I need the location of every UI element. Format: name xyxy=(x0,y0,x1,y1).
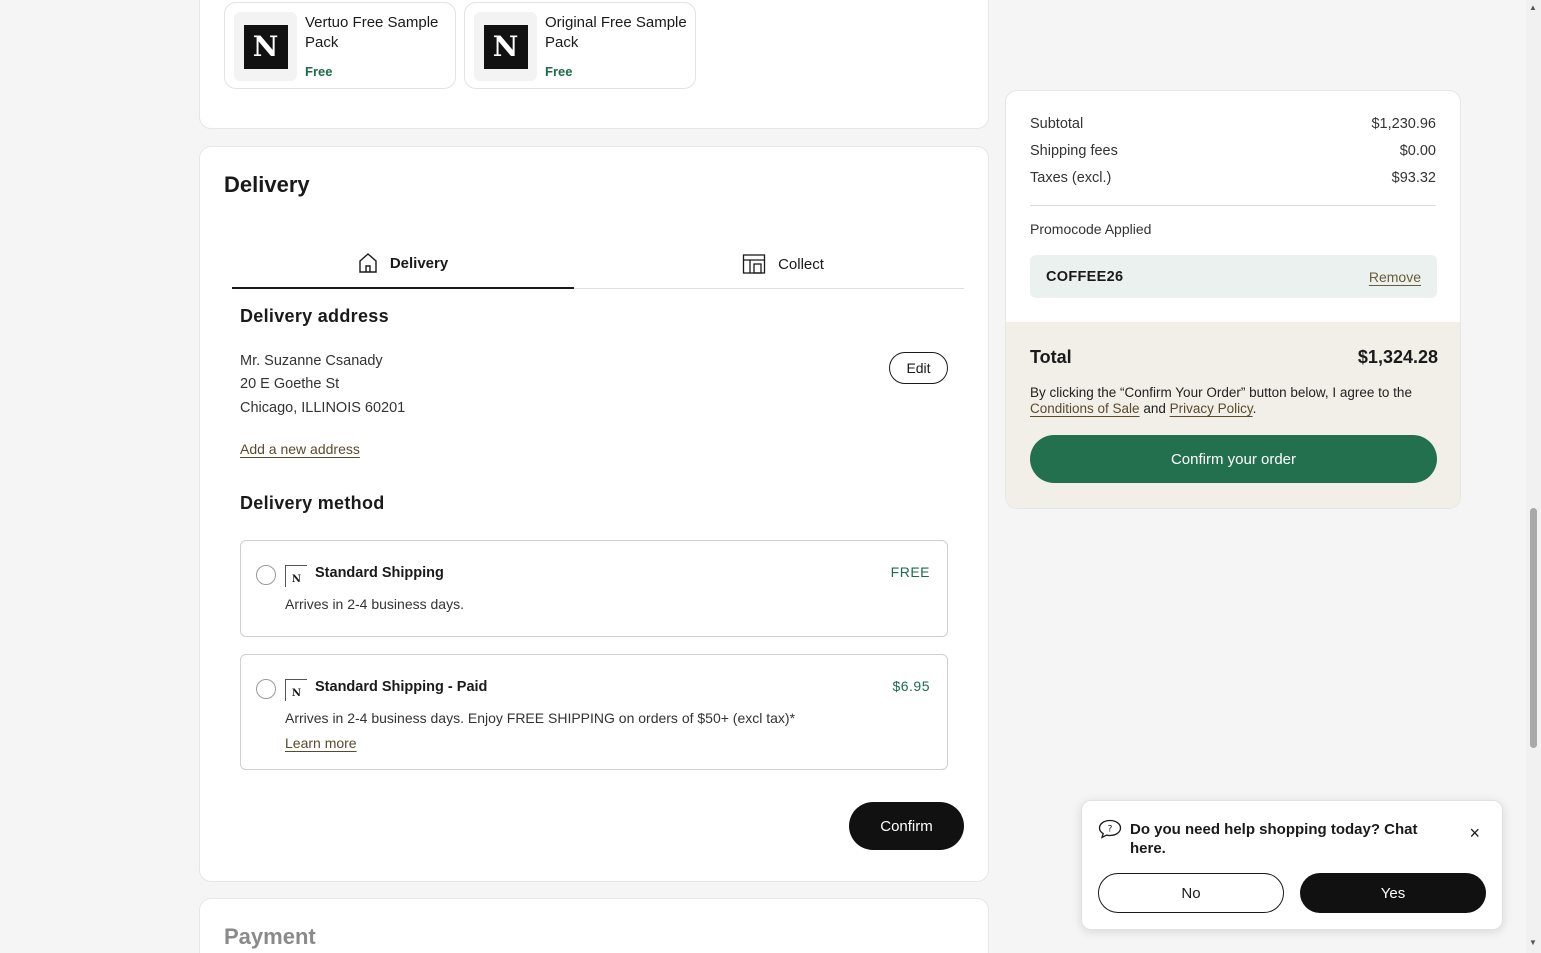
shipping-description: Arrives in 2-4 business days. xyxy=(285,596,464,612)
delivery-method-title: Delivery method xyxy=(240,493,385,513)
gift-thumbnail: N xyxy=(474,12,537,81)
scrollbar-thumb[interactable] xyxy=(1530,508,1537,748)
shipping-radio[interactable] xyxy=(256,565,276,585)
address-name: Mr. Suzanne Csanady xyxy=(240,353,383,369)
shipping-name: Standard Shipping - Paid xyxy=(315,679,488,695)
scroll-up-icon[interactable]: ▲ xyxy=(1529,3,1537,12)
terms-prefix: By clicking the “Confirm Your Order” but… xyxy=(1030,385,1412,400)
address-city: Chicago, ILLINOIS 60201 xyxy=(240,400,406,416)
chat-yes-button[interactable]: Yes xyxy=(1300,873,1486,913)
address-street: 20 E Goethe St xyxy=(240,376,340,392)
gift-item-vertuo[interactable]: N Vertuo Free Sample Pack Free xyxy=(224,2,456,89)
scroll-down-icon[interactable]: ▼ xyxy=(1529,938,1537,947)
subtotal-value: $1,230.96 xyxy=(1371,116,1436,132)
shipping-description: Arrives in 2-4 business days. Enjoy FREE… xyxy=(285,710,796,726)
tab-collect-label: Collect xyxy=(778,255,824,273)
chat-question: Do you need help shopping today? Chat he… xyxy=(1130,821,1418,857)
delivery-tabs: Delivery Collect xyxy=(232,239,964,289)
tab-delivery-label: Delivery xyxy=(389,254,449,272)
store-icon xyxy=(742,254,766,274)
gift-thumbnail: N xyxy=(234,12,297,81)
subtotal-label: Subtotal xyxy=(1030,116,1084,132)
page-scrollbar[interactable]: ▲ ▼ xyxy=(1526,0,1541,953)
shipping-fees-label: Shipping fees xyxy=(1030,143,1118,159)
edit-address-button[interactable]: Edit xyxy=(889,352,948,384)
chat-question-icon: ? xyxy=(1098,819,1122,839)
payment-card: Payment xyxy=(199,898,989,953)
subtotal-row: Subtotal $1,230.96 xyxy=(1030,116,1436,132)
delivery-address-title: Delivery address xyxy=(240,306,389,326)
shipping-option-paid[interactable]: N Standard Shipping - Paid $6.95 Arrives… xyxy=(240,654,948,770)
home-icon xyxy=(359,253,377,273)
add-new-address-link[interactable]: Add a new address xyxy=(240,441,360,457)
shipping-fees-row: Shipping fees $0.00 xyxy=(1030,143,1436,159)
remove-promocode-link[interactable]: Remove xyxy=(1369,269,1421,285)
taxes-value: $93.32 xyxy=(1391,170,1436,186)
shipping-name: Standard Shipping xyxy=(315,565,444,581)
gift-price: Free xyxy=(545,64,573,79)
nespresso-box-icon: N xyxy=(285,679,307,701)
confirm-delivery-button[interactable]: Confirm xyxy=(849,802,964,850)
shipping-option-standard[interactable]: N Standard Shipping FREE Arrives in 2-4 … xyxy=(240,540,948,637)
svg-text:?: ? xyxy=(1108,825,1113,835)
gift-name: Original Free Sample Pack xyxy=(545,14,687,51)
taxes-label: Taxes (excl.) xyxy=(1030,170,1112,186)
learn-more-link[interactable]: Learn more xyxy=(285,735,357,751)
nespresso-box-icon: N xyxy=(285,565,307,587)
chat-no-button[interactable]: No xyxy=(1098,873,1284,913)
promocode-label: Promocode Applied xyxy=(1030,221,1152,237)
conditions-of-sale-link[interactable]: Conditions of Sale xyxy=(1030,401,1140,416)
tab-collect[interactable]: Collect xyxy=(612,239,954,289)
total-section: Total $1,324.28 By clicking the “Confirm… xyxy=(1006,322,1460,508)
chat-help-popup: ? Do you need help shopping today? Chat … xyxy=(1081,800,1503,930)
total-value: $1,324.28 xyxy=(1357,347,1438,367)
terms-and: and xyxy=(1143,401,1166,416)
shipping-price: $6.95 xyxy=(892,678,930,694)
summary-divider xyxy=(1030,205,1436,206)
promocode-box: COFFEE26 Remove xyxy=(1030,255,1437,298)
close-icon[interactable]: × xyxy=(1469,823,1480,844)
total-row: Total $1,324.28 xyxy=(1030,347,1438,368)
promocode-value: COFFEE26 xyxy=(1046,268,1124,285)
confirm-order-button[interactable]: Confirm your order xyxy=(1030,435,1437,483)
payment-section-title: Payment xyxy=(224,924,316,949)
nespresso-logo-icon: N xyxy=(243,24,288,69)
tab-delivery[interactable]: Delivery xyxy=(232,239,574,289)
order-summary-card: Subtotal $1,230.96 Shipping fees $0.00 T… xyxy=(1005,90,1461,509)
shipping-fees-value: $0.00 xyxy=(1399,143,1436,159)
taxes-row: Taxes (excl.) $93.32 xyxy=(1030,170,1436,186)
gift-price: Free xyxy=(305,64,333,79)
gift-item-original[interactable]: N Original Free Sample Pack Free xyxy=(464,2,696,89)
gift-name: Vertuo Free Sample Pack xyxy=(305,14,439,51)
delivery-section-title: Delivery xyxy=(224,172,310,197)
privacy-policy-link[interactable]: Privacy Policy xyxy=(1170,401,1253,416)
shipping-price: FREE xyxy=(890,564,930,580)
shipping-radio[interactable] xyxy=(256,679,276,699)
terms-text: By clicking the “Confirm Your Order” but… xyxy=(1030,385,1440,417)
nespresso-logo-icon: N xyxy=(483,24,528,69)
delivery-card: Delivery Delivery Collect Delivery addre… xyxy=(199,146,989,882)
total-label: Total xyxy=(1030,347,1072,367)
free-gifts-card: N Vertuo Free Sample Pack Free N Origina… xyxy=(199,0,989,129)
terms-suffix: . xyxy=(1252,401,1257,416)
